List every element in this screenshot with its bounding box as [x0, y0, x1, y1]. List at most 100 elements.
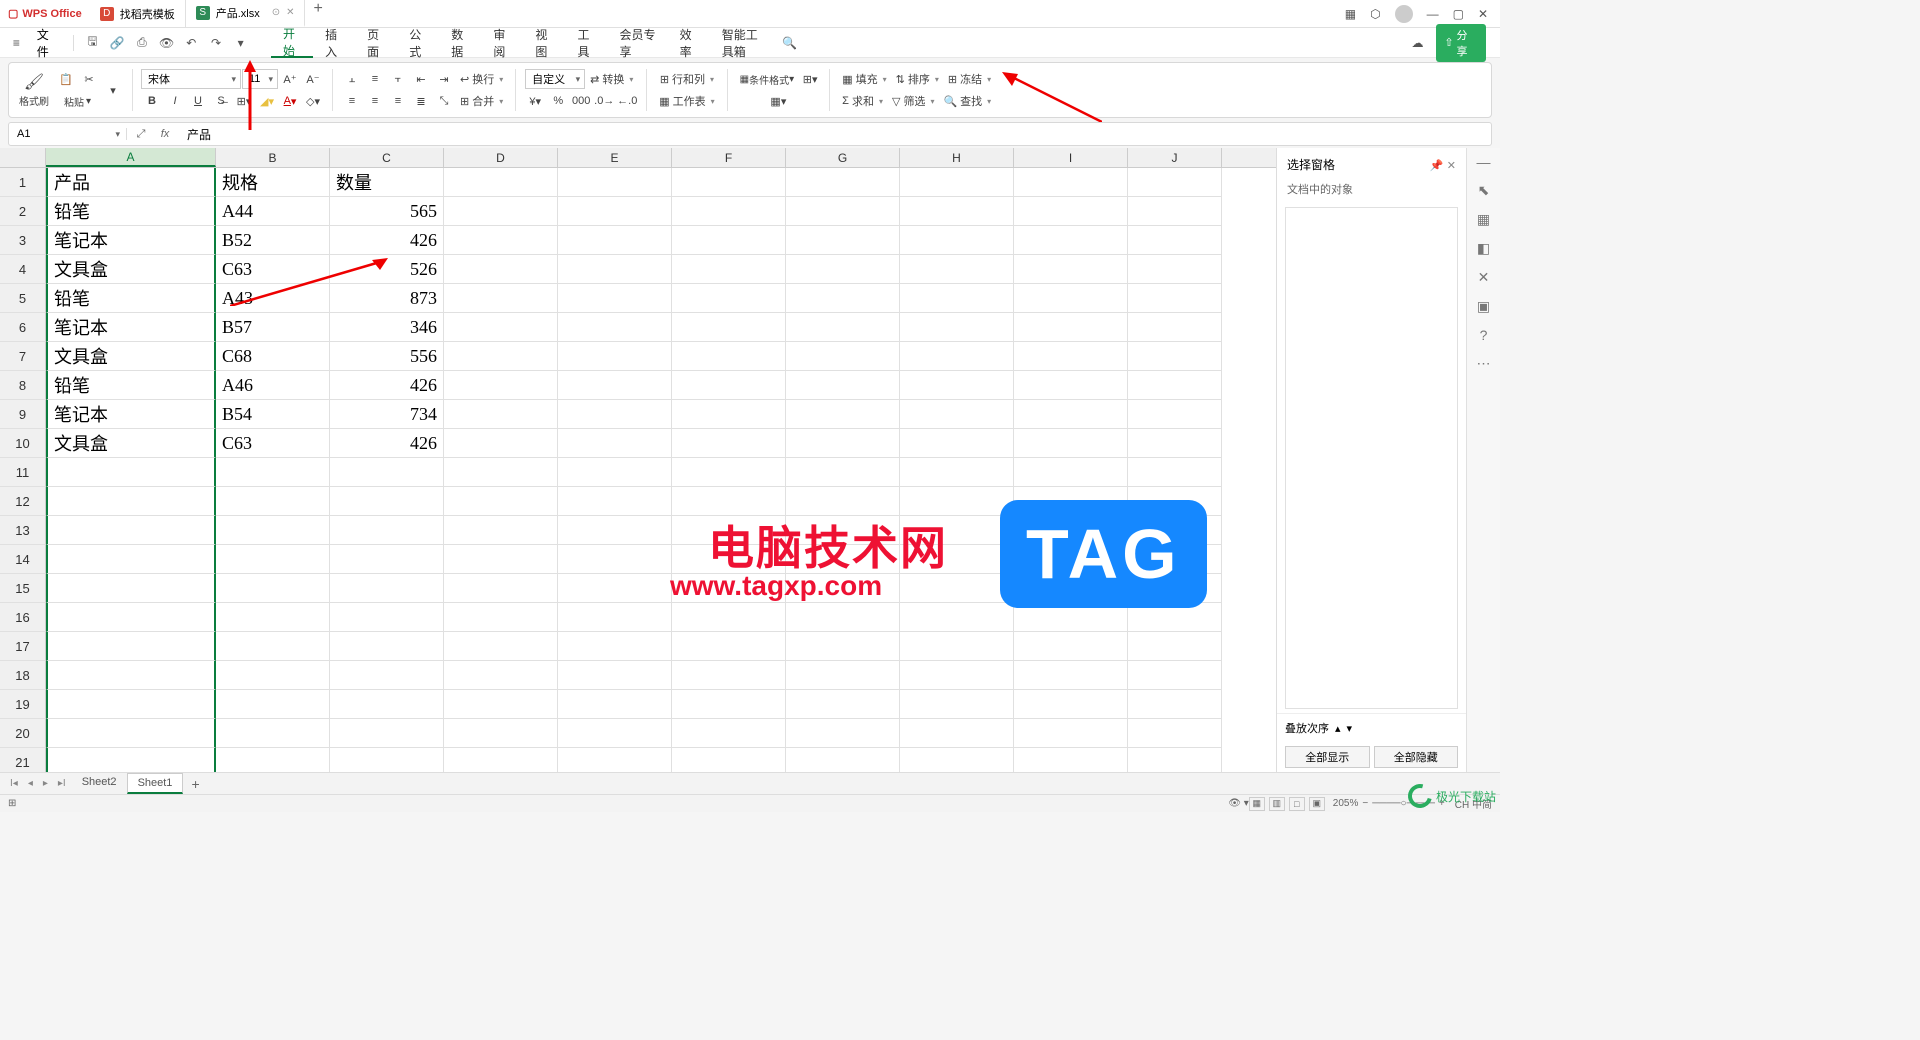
cell[interactable] [444, 690, 558, 719]
styles-icon[interactable]: ⊞▾ [799, 69, 821, 89]
row-header[interactable]: 13 [0, 516, 46, 545]
cell[interactable]: 笔记本 [46, 313, 216, 342]
cell[interactable] [330, 690, 444, 719]
cell[interactable] [900, 284, 1014, 313]
cell[interactable]: 铅笔 [46, 371, 216, 400]
cell[interactable] [900, 400, 1014, 429]
cell[interactable] [1128, 400, 1222, 429]
file-menu[interactable]: 文件 [31, 26, 66, 60]
cell[interactable] [444, 197, 558, 226]
row-header[interactable]: 20 [0, 719, 46, 748]
cell[interactable] [1014, 284, 1128, 313]
col-header-E[interactable]: E [558, 148, 672, 167]
cell[interactable] [900, 661, 1014, 690]
cell[interactable] [444, 342, 558, 371]
prev-sheet-icon[interactable]: ◂ [24, 778, 37, 789]
show-all-button[interactable]: 全部显示 [1285, 746, 1370, 768]
fx-icon[interactable]: fx [155, 128, 175, 141]
row-header[interactable]: 3 [0, 226, 46, 255]
cell[interactable] [900, 603, 1014, 632]
cell[interactable] [558, 516, 672, 545]
cell[interactable]: 565 [330, 197, 444, 226]
row-header[interactable]: 12 [0, 487, 46, 516]
cell[interactable] [786, 748, 900, 772]
cell[interactable] [672, 226, 786, 255]
cell[interactable] [672, 632, 786, 661]
ribbon-tab-插入[interactable]: 插入 [313, 28, 355, 58]
cell[interactable] [1128, 690, 1222, 719]
cut-icon[interactable]: ✂ [78, 70, 100, 90]
paste-button[interactable]: 粘贴▾ [60, 92, 95, 111]
worksheet-button[interactable]: ▦工作表 [655, 91, 718, 111]
table-style-icon[interactable]: ▦▾ [767, 91, 789, 111]
cell[interactable] [900, 313, 1014, 342]
tab-menu-icon[interactable]: ⊙ [272, 7, 280, 18]
currency-icon[interactable]: ¥▾ [524, 91, 546, 111]
rail-grid-icon[interactable]: ▦ [1477, 211, 1490, 228]
cell[interactable] [46, 719, 216, 748]
avatar[interactable] [1395, 5, 1413, 23]
normal-view-icon[interactable]: ▦ [1249, 797, 1265, 811]
percent-icon[interactable]: % [547, 91, 569, 111]
cell[interactable] [46, 458, 216, 487]
expand-icon[interactable]: ⤢ [131, 128, 151, 141]
ribbon-tab-效率[interactable]: 效率 [668, 28, 710, 58]
maximize-icon[interactable]: ▢ [1453, 7, 1464, 21]
row-header[interactable]: 19 [0, 690, 46, 719]
first-sheet-icon[interactable]: I◂ [6, 778, 22, 789]
tab-templates[interactable]: D 找稻壳模板 [90, 0, 186, 27]
cell[interactable]: 873 [330, 284, 444, 313]
cell[interactable] [672, 690, 786, 719]
cell[interactable] [1128, 197, 1222, 226]
cell[interactable] [672, 255, 786, 284]
cell[interactable] [672, 284, 786, 313]
zoom-value[interactable]: 205% [1333, 798, 1359, 809]
font-size-select[interactable]: 11 [242, 69, 278, 89]
rail-more-icon[interactable]: ⋯ [1477, 355, 1491, 372]
copy-icon[interactable]: 📋 [55, 70, 77, 90]
filter-button[interactable]: ▽筛选 [888, 91, 938, 111]
preview-icon[interactable]: 👁 [156, 32, 177, 54]
cell[interactable] [786, 197, 900, 226]
cell[interactable]: 346 [330, 313, 444, 342]
cell[interactable] [1128, 661, 1222, 690]
cell[interactable] [558, 400, 672, 429]
cell[interactable] [786, 400, 900, 429]
cell[interactable] [786, 371, 900, 400]
align-top-icon[interactable]: ⫠ [341, 69, 363, 89]
add-sheet-button[interactable]: + [185, 776, 205, 792]
menu-hamburger-icon[interactable]: ≡ [6, 32, 27, 54]
cell[interactable] [330, 516, 444, 545]
cell[interactable] [1128, 458, 1222, 487]
cell[interactable] [558, 371, 672, 400]
row-header[interactable]: 1 [0, 168, 46, 197]
cell[interactable]: B54 [216, 400, 330, 429]
cell[interactable] [900, 197, 1014, 226]
cell[interactable]: B52 [216, 226, 330, 255]
close-icon[interactable]: ✕ [286, 7, 294, 18]
grid-body[interactable]: 1产品规格数量2铅笔A445653笔记本B524264文具盒C635265铅笔A… [0, 168, 1276, 772]
strike-icon[interactable]: S̶ [210, 91, 232, 111]
cell[interactable] [46, 545, 216, 574]
col-header-G[interactable]: G [786, 148, 900, 167]
close-window-icon[interactable]: ✕ [1478, 7, 1488, 21]
cell[interactable] [1128, 632, 1222, 661]
sheet-tab-Sheet1[interactable]: Sheet1 [127, 773, 184, 794]
reader-view-icon[interactable]: ▣ [1309, 797, 1325, 811]
row-header[interactable]: 5 [0, 284, 46, 313]
cell[interactable] [900, 574, 1014, 603]
dec-inc-icon[interactable]: .0→ [593, 91, 615, 111]
cell[interactable] [558, 255, 672, 284]
row-header[interactable]: 11 [0, 458, 46, 487]
cell[interactable] [1128, 371, 1222, 400]
cell[interactable] [786, 690, 900, 719]
align-left-icon[interactable]: ≡ [341, 91, 363, 111]
font-name-select[interactable]: 宋体 [141, 69, 241, 89]
cell[interactable]: 文具盒 [46, 255, 216, 284]
cell[interactable] [900, 168, 1014, 197]
cell[interactable] [786, 429, 900, 458]
cell[interactable] [1014, 226, 1128, 255]
cell[interactable] [786, 719, 900, 748]
align-center-icon[interactable]: ≡ [364, 91, 386, 111]
col-header-A[interactable]: A [46, 148, 216, 167]
